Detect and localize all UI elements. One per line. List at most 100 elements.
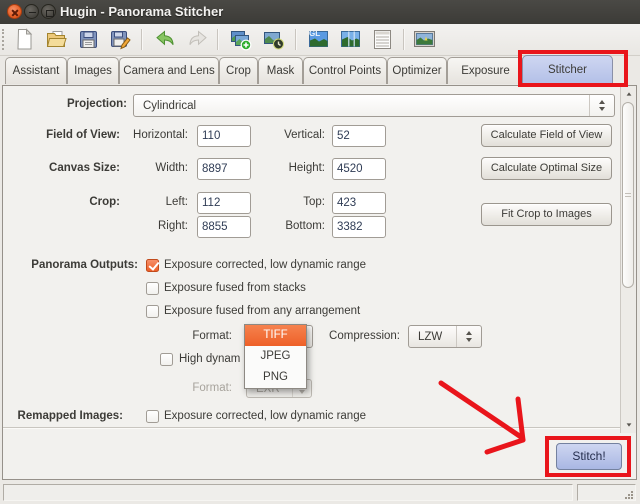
annotation-rect-stitcher-tab <box>518 50 628 87</box>
checkbox-exposure-fused-stacks-label[interactable]: Exposure fused from stacks <box>164 282 434 294</box>
add-images-button[interactable] <box>229 28 252 51</box>
minimize-icon <box>29 12 36 14</box>
checkbox-exposure-fused-any-label[interactable]: Exposure fused from any arrangement <box>164 305 434 317</box>
tab-control-points[interactable]: Control Points <box>303 57 387 84</box>
spinner-down-icon <box>599 107 605 111</box>
toolbar-separator <box>403 29 405 50</box>
canvas-height-input[interactable] <box>332 158 386 180</box>
spinner-up-icon <box>466 331 472 335</box>
spinner-icon[interactable] <box>589 95 614 116</box>
canvas-width-input[interactable] <box>197 158 251 180</box>
open-project-button[interactable] <box>45 28 68 51</box>
control-points-list-button[interactable] <box>371 28 394 51</box>
save-project-as-button[interactable] <box>109 28 132 51</box>
fov-horizontal-label: Horizontal: <box>113 129 188 141</box>
projection-label: Projection: <box>3 98 127 110</box>
spinner-down-icon <box>299 390 305 394</box>
crop-left-input[interactable] <box>197 192 251 214</box>
projection-value: Cylindrical <box>143 95 196 116</box>
undo-icon <box>154 28 177 51</box>
compression-value: LZW <box>418 326 442 347</box>
redo-button[interactable] <box>186 28 209 51</box>
annotation-rect-stitch-button <box>545 436 631 477</box>
add-time-series-button[interactable] <box>262 28 285 51</box>
calculate-field-of-view-button[interactable]: Calculate Field of View <box>481 124 612 147</box>
calculate-optimal-size-button[interactable]: Calculate Optimal Size <box>481 157 612 180</box>
menu-item-png[interactable]: PNG <box>245 367 306 388</box>
maximize-icon <box>46 10 54 17</box>
scroll-up-button[interactable] <box>621 87 636 101</box>
gl-preview-button[interactable]: GL <box>307 28 330 51</box>
resize-grip-icon[interactable] <box>625 491 627 493</box>
fit-crop-to-images-button[interactable]: Fit Crop to Images <box>481 203 612 226</box>
crop-bottom-label: Bottom: <box>255 220 325 232</box>
fast-preview-icon <box>339 28 362 51</box>
checkbox-high-dynamic-range[interactable] <box>160 353 173 366</box>
spinner-up-icon <box>599 100 605 104</box>
checkbox-exposure-fused-stacks[interactable] <box>146 282 159 295</box>
tab-optimizer[interactable]: Optimizer <box>387 57 447 84</box>
open-project-icon <box>45 28 68 51</box>
preview-panorama-button[interactable] <box>413 28 436 51</box>
new-project-button[interactable] <box>13 28 36 51</box>
undo-button[interactable] <box>154 28 177 51</box>
new-project-icon <box>13 28 36 51</box>
fov-horizontal-input[interactable] <box>197 125 251 147</box>
compression-label: Compression: <box>310 330 400 342</box>
vertical-scrollbar[interactable] <box>620 86 636 433</box>
panorama-outputs-label: Panorama Outputs: <box>3 259 138 271</box>
save-project-icon <box>77 28 100 51</box>
remapped-images-label: Remapped Images: <box>3 410 123 422</box>
checkbox-high-dynamic-range-label[interactable]: High dynam <box>179 353 247 365</box>
checkbox-remapped-exposure-corrected-label[interactable]: Exposure corrected, low dynamic range <box>164 410 434 422</box>
spinner-down-icon <box>466 338 472 342</box>
arrow-down-icon <box>626 423 631 426</box>
scrollbar-thumb[interactable] <box>622 102 634 288</box>
crop-label: Crop: <box>3 196 120 208</box>
menu-item-jpeg[interactable]: JPEG <box>245 346 306 367</box>
format-menu: TIFF JPEG PNG <box>244 324 307 389</box>
checkbox-remapped-exposure-corrected[interactable] <box>146 410 159 423</box>
tab-camera-and-lens[interactable]: Camera and Lens <box>119 57 219 84</box>
menu-item-tiff[interactable]: TIFF <box>245 325 306 346</box>
compression-select[interactable]: LZW <box>408 325 482 348</box>
checkbox-exposure-corrected-label[interactable]: Exposure corrected, low dynamic range <box>164 259 434 271</box>
toolbar-separator <box>141 29 143 50</box>
tab-assistant[interactable]: Assistant <box>5 57 67 84</box>
titlebar: Hugin - Panorama Stitcher <box>0 0 640 24</box>
hdr-format-label: Format: <box>143 382 232 394</box>
toolbar-grip[interactable] <box>2 29 7 50</box>
checkbox-exposure-fused-any[interactable] <box>146 305 159 318</box>
save-project-button[interactable] <box>77 28 100 51</box>
fov-vertical-label: Vertical: <box>255 129 325 141</box>
close-button[interactable] <box>7 4 22 19</box>
fast-preview-button[interactable] <box>339 28 362 51</box>
crop-right-label: Right: <box>113 220 188 232</box>
status-bar-message-panel <box>3 484 573 501</box>
crop-bottom-input[interactable] <box>332 216 386 238</box>
maximize-button[interactable] <box>41 4 56 19</box>
spinner-icon[interactable] <box>456 326 481 347</box>
minimize-button[interactable] <box>24 4 39 19</box>
tab-crop[interactable]: Crop <box>219 57 258 84</box>
ldr-format-label: Format: <box>143 330 232 342</box>
crop-right-input[interactable] <box>197 216 251 238</box>
tab-mask[interactable]: Mask <box>258 57 303 84</box>
add-images-icon <box>229 28 252 51</box>
tab-images[interactable]: Images <box>67 57 119 84</box>
save-project-as-icon <box>109 28 132 51</box>
thumb-grip-icon <box>625 193 631 194</box>
toolbar-separator <box>217 29 219 50</box>
projection-select[interactable]: Cylindrical <box>133 94 615 117</box>
scroll-down-button[interactable] <box>621 418 636 432</box>
fov-vertical-input[interactable] <box>332 125 386 147</box>
check-icon <box>148 259 159 271</box>
control-points-list-icon <box>371 28 394 51</box>
window-title: Hugin - Panorama Stitcher <box>60 0 223 24</box>
panel-divider <box>3 427 636 429</box>
status-bar-progress-panel <box>577 484 636 501</box>
crop-top-input[interactable] <box>332 192 386 214</box>
tab-exposure[interactable]: Exposure <box>447 57 524 84</box>
canvas-size-label: Canvas Size: <box>3 162 120 174</box>
checkbox-exposure-corrected[interactable] <box>146 259 159 272</box>
